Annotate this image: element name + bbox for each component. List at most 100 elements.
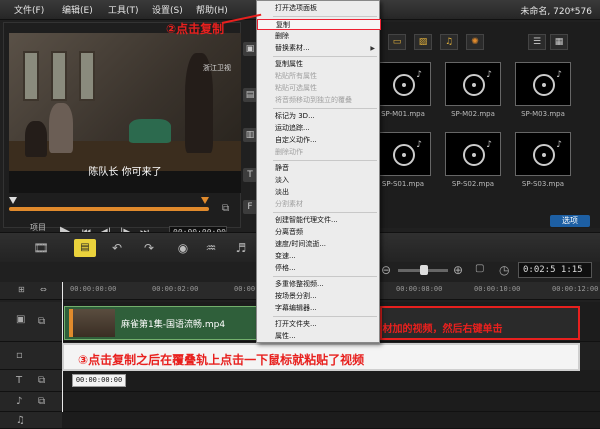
voice-track-header: ♪ ⧉ [0, 392, 62, 412]
ruler-tick: 00:00:02:00 [152, 285, 199, 293]
link-icon[interactable]: ⧉ [38, 396, 45, 407]
library-thumbnail[interactable]: ♪ [515, 62, 571, 106]
audio-disc-icon [533, 74, 555, 96]
submenu-arrow-icon: ▶ [370, 45, 375, 52]
add-track-icon[interactable]: ⊞ [18, 285, 25, 294]
record-capture-icon[interactable]: ◉ [172, 239, 194, 257]
filter-icon[interactable]: F [243, 200, 257, 214]
context-menu-item[interactable]: 标记为 3D... [257, 111, 381, 122]
context-menu-item[interactable]: 分离音频 [257, 227, 381, 238]
context-menu-separator [273, 212, 377, 213]
menu-tools[interactable]: 工具(T) [108, 3, 139, 16]
context-menu-separator [273, 16, 377, 17]
options-button[interactable]: 选项 [550, 215, 590, 227]
context-menu-item[interactable]: 字幕编辑器... [257, 303, 381, 314]
music-note-icon: ♪ [416, 70, 422, 80]
context-menu-item[interactable]: 属性... [257, 331, 381, 342]
trim-start-handle[interactable] [9, 197, 17, 204]
music-filter-icon[interactable]: ♫ [440, 34, 458, 50]
title-track[interactable] [62, 370, 600, 392]
context-menu-item-label: 属性... [275, 332, 296, 340]
title-track-icon[interactable]: T [16, 375, 22, 386]
zoom-knob[interactable] [420, 265, 428, 275]
preview-panel: 浙江卫视 陈队长 你可来了 ⧉ 项目 素材 ▶ ⏮ ◀| |▶ ⏭ 00:00:… [3, 22, 241, 244]
context-menu-item[interactable]: 速度/时间流逝... [257, 239, 381, 250]
context-menu-item[interactable]: 运动追踪... [257, 123, 381, 134]
context-menu-item: 将音频移动到独立的覆叠 [257, 95, 381, 106]
context-menu-item[interactable]: 停格... [257, 263, 381, 274]
undo-icon[interactable]: ↶ [106, 239, 128, 257]
music-track-icon[interactable]: ♫ [16, 415, 25, 426]
ruler-tick: 00:00:00:00 [70, 285, 117, 293]
context-menu-item[interactable]: 淡出 [257, 187, 381, 198]
timeline-view-icon[interactable]: ▤ [74, 239, 96, 257]
voice-track-icon[interactable]: ♪ [16, 396, 22, 407]
sound-mixer-icon[interactable]: ♒ [200, 239, 222, 257]
sort-icon[interactable]: ✺ [466, 34, 484, 50]
step1-annotation-box: ①点击视频轨道素材加的视频，然后右键单击 [304, 306, 580, 340]
fit-project-icon[interactable]: ▢ [475, 263, 484, 274]
context-menu-item-label: 替换素材... [275, 44, 310, 52]
context-menu-item-label: 按场景分割... [275, 292, 317, 300]
library-thumbnail[interactable]: ♪ [515, 132, 571, 176]
expand-icon[interactable]: ⇔ [40, 285, 47, 294]
scene-window [51, 51, 67, 101]
enlarge-icon[interactable]: ⧉ [222, 203, 229, 214]
context-menu-item[interactable]: 替换素材... ▶ [257, 43, 381, 54]
video-filter-icon[interactable]: ▭ [388, 34, 406, 50]
overlay-track-icon[interactable]: ▫ [16, 350, 23, 361]
zoom-out-icon[interactable]: ⊖ [381, 263, 391, 277]
context-menu-item[interactable]: 复制属性 [257, 59, 381, 70]
transition-icon[interactable]: ▥ [243, 128, 257, 142]
audio-disc-icon [393, 74, 415, 96]
library-thumbnail[interactable]: ♪ [445, 62, 501, 106]
context-menu-item[interactable]: 淡入 [257, 175, 381, 186]
photo-filter-icon[interactable]: ▨ [414, 34, 432, 50]
context-menu-separator [273, 108, 377, 109]
context-menu-item[interactable]: 打开文件夹... [257, 319, 381, 330]
menu-file[interactable]: 文件(F) [14, 3, 44, 16]
context-menu-item-label: 淡出 [275, 188, 289, 196]
auto-music-icon[interactable]: ♬ [230, 239, 252, 257]
thumbnail-label: SP-M02.mpa [451, 110, 495, 118]
link-icon[interactable]: ⧉ [38, 375, 45, 386]
step3-annotation-text: ③点击复制之后在覆叠轨上点击一下鼠标就粘贴了视频 [78, 353, 365, 367]
context-menu-item[interactable]: 删除 [257, 31, 381, 42]
video-track-header: ▣ ⧉ [0, 302, 62, 342]
thumb-view-icon[interactable]: ▦ [550, 34, 568, 50]
context-menu-item-label: 速度/时间流逝... [275, 240, 327, 248]
context-menu-item[interactable]: 创建智能代理文件... [257, 215, 381, 226]
context-menu-item[interactable]: 打开选项面板 [257, 3, 381, 14]
timeline-timecode[interactable]: 0:02:5 1:15 [518, 262, 592, 278]
context-menu-item-label: 淡入 [275, 176, 289, 184]
menu-help[interactable]: 帮助(H) [196, 3, 228, 16]
music-track[interactable] [62, 412, 600, 429]
redo-icon[interactable]: ↷ [138, 239, 160, 257]
audio-disc-icon [533, 144, 555, 166]
storyboard-view-icon[interactable]: 🎞 [30, 239, 52, 257]
media-icon[interactable]: ▣ [243, 42, 257, 56]
trim-end-handle[interactable] [201, 197, 209, 204]
context-menu-item[interactable]: 静音 [257, 163, 381, 174]
zoom-in-icon[interactable]: ⊕ [453, 263, 463, 277]
list-view-icon[interactable]: ☰ [528, 34, 546, 50]
context-menu-item[interactable]: 多重修整视频... [257, 279, 381, 290]
instant-project-icon[interactable]: ▤ [243, 88, 257, 102]
menu-settings[interactable]: 设置(S) [152, 3, 183, 16]
context-menu-item-label: 运动追踪... [275, 124, 310, 132]
scrub-bar[interactable] [9, 207, 209, 211]
library-thumbnail[interactable]: ♪ [375, 132, 431, 176]
context-menu-item[interactable]: 自定义动作... [257, 135, 381, 146]
library-thumbnail[interactable]: ♪ [375, 62, 431, 106]
library-thumbnail[interactable]: ♪ [445, 132, 501, 176]
context-menu-item[interactable]: 变速... [257, 251, 381, 262]
clock-icon: ◷ [499, 263, 510, 277]
menu-edit[interactable]: 编辑(E) [62, 3, 93, 16]
context-menu-item[interactable]: 按场景分割... [257, 291, 381, 302]
title-icon[interactable]: T [243, 168, 257, 182]
link-icon[interactable]: ⧉ [38, 316, 45, 327]
video-track-icon[interactable]: ▣ [16, 314, 25, 325]
clip-filename: 麻雀第1集-国语流畅.mp4 [121, 320, 226, 330]
context-menu-item[interactable]: 复制 [257, 19, 381, 30]
voice-track[interactable] [62, 392, 600, 412]
